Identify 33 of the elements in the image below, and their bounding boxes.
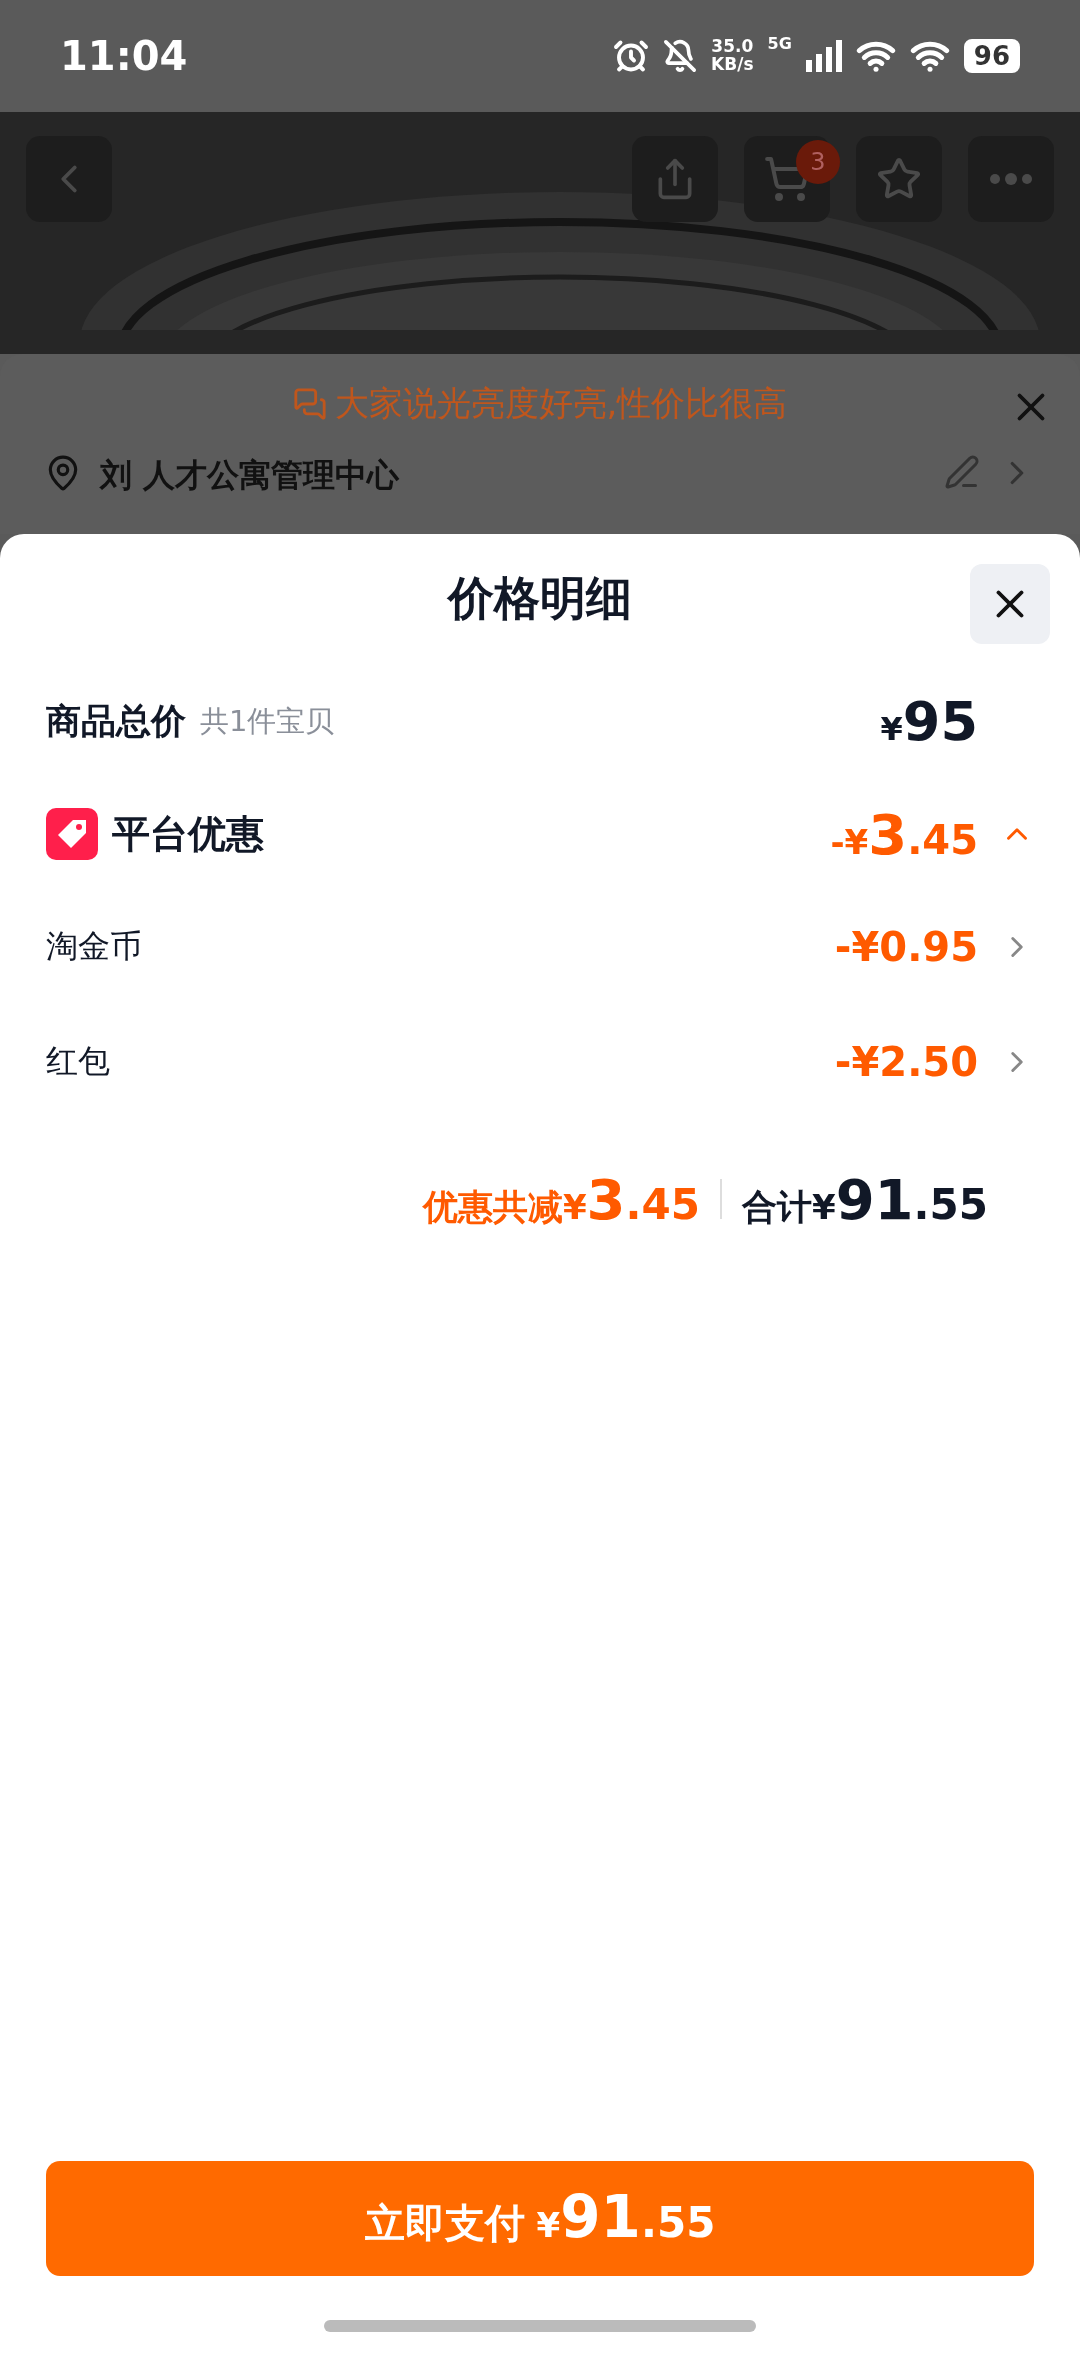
more-icon xyxy=(989,173,1033,185)
tip-text: 大家说光亮度好亮,性价比很高 xyxy=(334,382,788,425)
network-type: 5G xyxy=(767,34,792,53)
grand-total: 合计¥91.55 xyxy=(742,1166,988,1232)
bell-off-icon xyxy=(663,39,698,73)
signal-icon xyxy=(805,40,842,72)
tag-icon xyxy=(46,808,98,860)
item-count: 共1件宝贝 xyxy=(200,702,335,740)
price-amount: -¥0.95 xyxy=(834,923,978,970)
sheet-title: 价格明细 xyxy=(448,570,632,627)
price-label: 平台优惠 xyxy=(112,810,264,858)
share-button[interactable] xyxy=(632,136,718,222)
price-label: 淘金币 xyxy=(46,925,142,967)
discount-row[interactable]: 淘金币 -¥0.95 xyxy=(46,889,1034,1004)
price-amount: -¥3.45 xyxy=(830,801,978,867)
home-indicator[interactable] xyxy=(324,2320,756,2332)
more-button[interactable] xyxy=(968,136,1054,222)
discount-row[interactable]: 红包 -¥2.50 xyxy=(46,1004,1034,1119)
alarm-icon xyxy=(613,38,650,74)
chat-icon xyxy=(292,387,327,421)
favorite-button[interactable] xyxy=(856,136,942,222)
price-amount: -¥2.50 xyxy=(834,1038,978,1085)
price-amount: ¥95 xyxy=(880,690,978,753)
close-button[interactable] xyxy=(970,564,1050,644)
discount-total: 优惠共减¥3.45 xyxy=(422,1166,700,1232)
edit-icon[interactable] xyxy=(944,454,980,490)
network-speed: 35.0 KB/s xyxy=(711,38,754,74)
address-text: 刘 人才公寓管理中心 xyxy=(100,455,401,496)
price-label: 红包 xyxy=(46,1040,110,1082)
back-button[interactable] xyxy=(26,136,112,222)
status-time: 11:04 xyxy=(60,33,189,79)
battery-level: 96 xyxy=(963,39,1020,73)
price-label: 商品总价 xyxy=(46,700,186,743)
